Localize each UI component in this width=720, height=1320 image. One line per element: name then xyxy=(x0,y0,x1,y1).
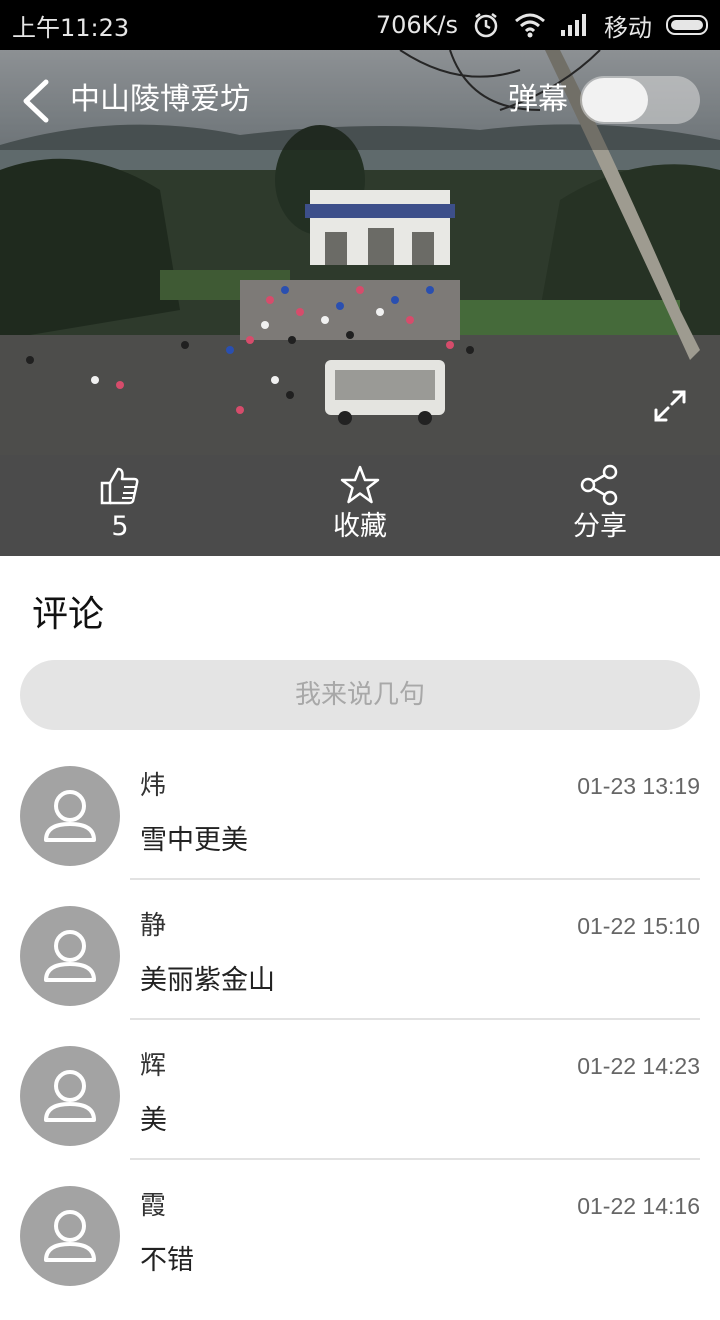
like-count: 5 xyxy=(111,511,129,542)
comment-text: 不错 xyxy=(140,1245,194,1276)
avatar[interactable] xyxy=(20,766,120,866)
user-icon xyxy=(44,790,96,842)
comment-time: 01-22 15:10 xyxy=(577,913,700,939)
page-title: 中山陵博爱坊 xyxy=(70,82,250,117)
back-icon[interactable] xyxy=(18,78,54,124)
live-video[interactable]: 中山陵博爱坊 弹幕 xyxy=(0,50,720,455)
comment-text: 雪中更美 xyxy=(140,825,248,856)
action-bar: 5 收藏 分享 xyxy=(0,455,720,556)
comment-author: 辉 xyxy=(140,1051,167,1081)
carrier-label: 移动 xyxy=(604,13,652,42)
share-button[interactable]: 分享 xyxy=(480,455,720,556)
avatar[interactable] xyxy=(20,1046,120,1146)
status-bar: 上午11:23 706K/s 移动 xyxy=(0,0,720,50)
user-icon xyxy=(44,1070,96,1122)
comment-time: 01-22 14:23 xyxy=(577,1053,700,1079)
comment-author: 霞 xyxy=(140,1191,167,1221)
comment-text: 美丽紫金山 xyxy=(140,965,275,996)
comments-heading: 评论 xyxy=(32,594,105,635)
comment-author: 静 xyxy=(140,911,167,941)
share-icon xyxy=(580,464,618,506)
battery-icon xyxy=(666,15,708,35)
signal-icon xyxy=(561,14,586,36)
comment-time: 01-23 13:19 xyxy=(577,773,700,799)
status-time: 上午11:23 xyxy=(12,13,130,42)
avatar[interactable] xyxy=(20,1186,120,1286)
divider xyxy=(130,878,700,880)
star-icon xyxy=(340,465,380,504)
divider xyxy=(130,1158,700,1160)
danmu-toggle[interactable] xyxy=(580,76,700,124)
status-right: 706K/s 移动 xyxy=(376,8,708,43)
favorite-button[interactable]: 收藏 xyxy=(240,455,480,556)
comment-author: 炜 xyxy=(140,771,167,801)
danmu-label: 弹幕 xyxy=(508,82,568,117)
comment-time: 01-22 14:16 xyxy=(577,1193,700,1219)
favorite-label: 收藏 xyxy=(333,511,387,542)
network-speed: 706K/s xyxy=(375,11,458,39)
user-icon xyxy=(44,930,96,982)
avatar[interactable] xyxy=(20,906,120,1006)
like-button[interactable]: 5 xyxy=(0,455,240,556)
comment-item: 静 01-22 15:10 美丽紫金山 xyxy=(0,900,720,1040)
comment-item: 辉 01-22 14:23 美 xyxy=(0,1040,720,1180)
user-icon xyxy=(44,1210,96,1262)
comment-text: 美 xyxy=(140,1105,167,1136)
divider xyxy=(130,1018,700,1020)
share-label: 分享 xyxy=(573,511,627,542)
comment-item: 霞 01-22 14:16 不错 xyxy=(0,1180,720,1320)
alarm-icon xyxy=(474,13,498,38)
comment-item: 炜 01-23 13:19 雪中更美 xyxy=(0,760,720,900)
toggle-knob xyxy=(582,78,648,122)
fullscreen-icon[interactable] xyxy=(652,388,688,424)
wifi-icon xyxy=(515,13,545,38)
comment-input[interactable] xyxy=(20,660,700,730)
thumbs-up-icon xyxy=(100,467,139,505)
